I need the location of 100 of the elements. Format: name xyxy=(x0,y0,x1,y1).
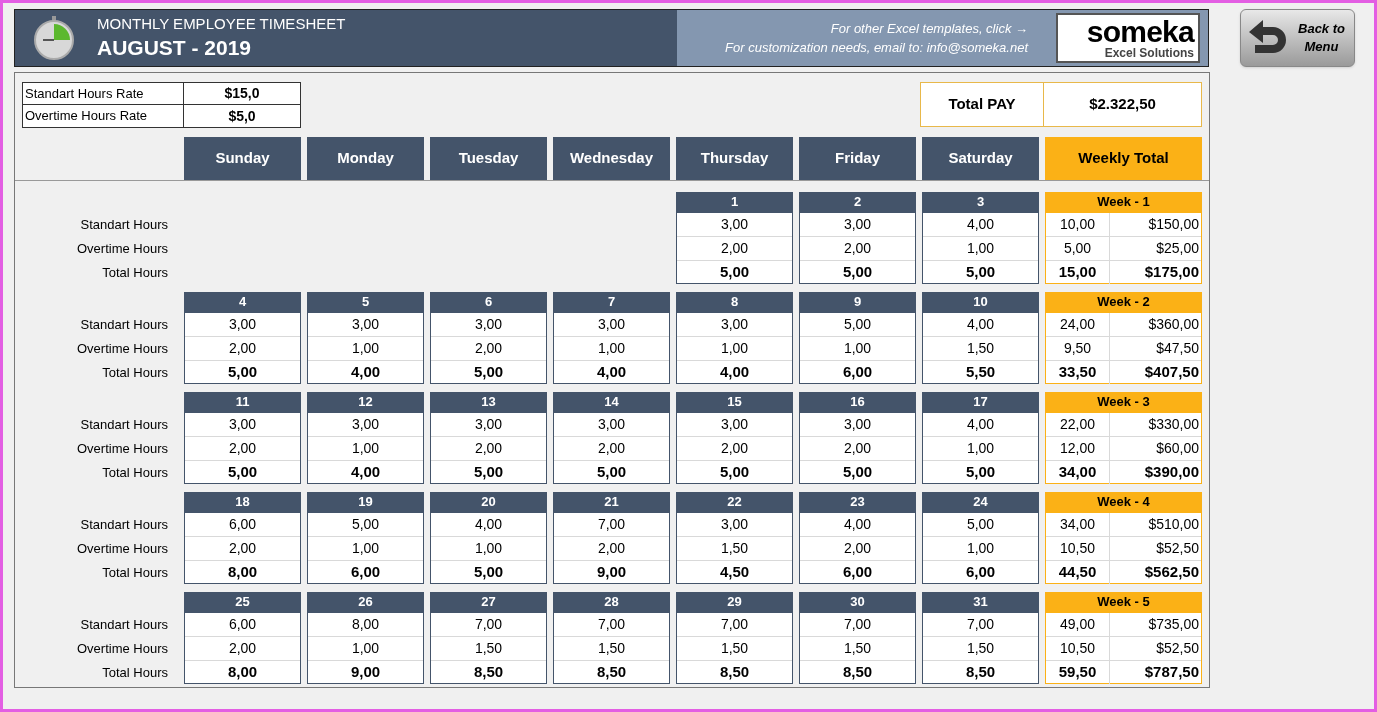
table-cell: 7,00 xyxy=(800,613,915,637)
button-label: Back to xyxy=(1298,20,1345,38)
row-label: Total Hours xyxy=(102,664,168,683)
date-header: 26 xyxy=(307,592,424,612)
date-header: 10 xyxy=(922,292,1039,312)
table-cell-text: $52,50 xyxy=(1155,639,1200,658)
table-cell-text: $47,50 xyxy=(1155,339,1200,358)
table-cell: 33,50 xyxy=(1046,361,1110,384)
table-cell: 1,00 xyxy=(308,637,423,661)
table-cell: 22,00 xyxy=(1046,413,1110,436)
table-cell-text: $787,50 xyxy=(1143,662,1200,682)
date-header: 24 xyxy=(922,492,1039,512)
row-label: Overtime Hours xyxy=(76,540,168,559)
sheet-period: AUGUST - 2019 xyxy=(97,35,253,61)
table-cell-text: 5,00 xyxy=(718,261,751,282)
table-cell: 1,50 xyxy=(923,337,1038,361)
table-cell-text: 8,50 xyxy=(472,661,505,682)
logo-tagline: Excel Solutions xyxy=(1104,46,1194,60)
date-header: 28 xyxy=(553,592,670,612)
table-cell: 2,00 xyxy=(431,437,546,461)
table-cell: 4,00 xyxy=(923,313,1038,337)
table-cell: 10,50 xyxy=(1046,537,1110,560)
sheet-title: MONTHLY EMPLOYEE TIMESHEET xyxy=(97,14,346,34)
row-label: Total Hours xyxy=(102,364,168,383)
table-cell: 1,00 xyxy=(431,537,546,561)
table-cell-text: $150,00 xyxy=(1147,215,1200,234)
stopwatch-icon xyxy=(31,15,77,61)
table-cell: 1,50 xyxy=(923,637,1038,661)
date-header: 4 xyxy=(184,292,301,312)
date-header: 5 xyxy=(307,292,424,312)
table-cell: 1,00 xyxy=(923,537,1038,561)
row-label: Total Hours xyxy=(102,264,168,283)
table-cell-text: 9,00 xyxy=(595,561,628,582)
logo[interactable]: someka Excel Solutions xyxy=(1056,13,1200,63)
back-to-menu-button[interactable]: Back to Menu xyxy=(1240,9,1355,67)
table-cell: 2,00 xyxy=(800,237,915,261)
table-cell-text: 6,00 xyxy=(841,361,874,382)
table-cell: 2,00 xyxy=(554,537,669,561)
table-cell: 44,50 xyxy=(1046,561,1110,584)
table-cell: 2,00 xyxy=(185,537,300,561)
row-label: Overtime Hours xyxy=(76,340,168,359)
table-cell: 2,00 xyxy=(185,437,300,461)
table-cell-text: $330,00 xyxy=(1147,415,1200,434)
table-cell: 7,00 xyxy=(554,613,669,637)
table-cell: 3,00 xyxy=(677,213,792,237)
table-cell-text: $562,50 xyxy=(1143,562,1200,582)
rate-value: $5,0 xyxy=(227,106,257,126)
table-cell-text: $735,00 xyxy=(1147,615,1200,634)
table-cell: 5,00 xyxy=(308,513,423,537)
rate-label: Overtime Hours Rate xyxy=(23,105,184,127)
week-header: Week - 5 xyxy=(1045,592,1202,612)
table-cell-text: $25,00 xyxy=(1155,239,1200,258)
row-label: Standart Hours xyxy=(80,416,168,435)
week-header: Week - 1 xyxy=(1045,192,1202,212)
table-cell-text: 5,00 xyxy=(841,461,874,482)
table-cell: 7,00 xyxy=(677,613,792,637)
table-cell: 5,00 xyxy=(1046,237,1110,260)
table-cell: 4,00 xyxy=(431,513,546,537)
date-header: 18 xyxy=(184,492,301,512)
date-header: 12 xyxy=(307,392,424,412)
date-header: 3 xyxy=(922,192,1039,212)
table-cell: 3,00 xyxy=(677,413,792,437)
date-header: 15 xyxy=(676,392,793,412)
table-cell: 1,50 xyxy=(677,537,792,561)
table-cell: 49,00 xyxy=(1046,613,1110,636)
table-cell: 2,00 xyxy=(677,237,792,261)
table-cell: 7,00 xyxy=(923,613,1038,637)
date-header: 23 xyxy=(799,492,916,512)
table-cell: 1,50 xyxy=(677,637,792,661)
table-cell: 3,00 xyxy=(800,213,915,237)
day-column-header: Thursday xyxy=(676,137,793,180)
weekly-total-header: Weekly Total xyxy=(1045,137,1202,180)
table-cell-text: $360,00 xyxy=(1147,315,1200,334)
promo-text: For customization needs, email to: info@someka.net xyxy=(725,39,1028,57)
table-cell-text: 4,00 xyxy=(718,361,751,382)
table-cell-text: $52,50 xyxy=(1155,539,1200,558)
table-cell: 9,50 xyxy=(1046,337,1110,360)
date-header: 8 xyxy=(676,292,793,312)
day-column-header: Friday xyxy=(799,137,916,180)
table-cell: 3,00 xyxy=(677,313,792,337)
date-header: 9 xyxy=(799,292,916,312)
total-pay-value: $2.322,50 xyxy=(1088,94,1157,115)
date-header: 27 xyxy=(430,592,547,612)
table-cell: 12,00 xyxy=(1046,437,1110,460)
row-label: Standart Hours xyxy=(80,216,168,235)
week-header: Week - 3 xyxy=(1045,392,1202,412)
date-header: 22 xyxy=(676,492,793,512)
date-header: 11 xyxy=(184,392,301,412)
table-cell: 3,00 xyxy=(554,413,669,437)
table-cell: 4,00 xyxy=(923,413,1038,437)
table-cell: 15,00 xyxy=(1046,261,1110,284)
table-cell: 3,00 xyxy=(185,313,300,337)
table-cell-text: 5,00 xyxy=(472,361,505,382)
row-label: Standart Hours xyxy=(80,616,168,635)
date-header: 13 xyxy=(430,392,547,412)
table-cell: 6,00 xyxy=(185,613,300,637)
date-header: 20 xyxy=(430,492,547,512)
table-cell-text: 5,00 xyxy=(964,461,997,482)
table-cell: 1,00 xyxy=(800,337,915,361)
table-cell: 1,50 xyxy=(431,637,546,661)
